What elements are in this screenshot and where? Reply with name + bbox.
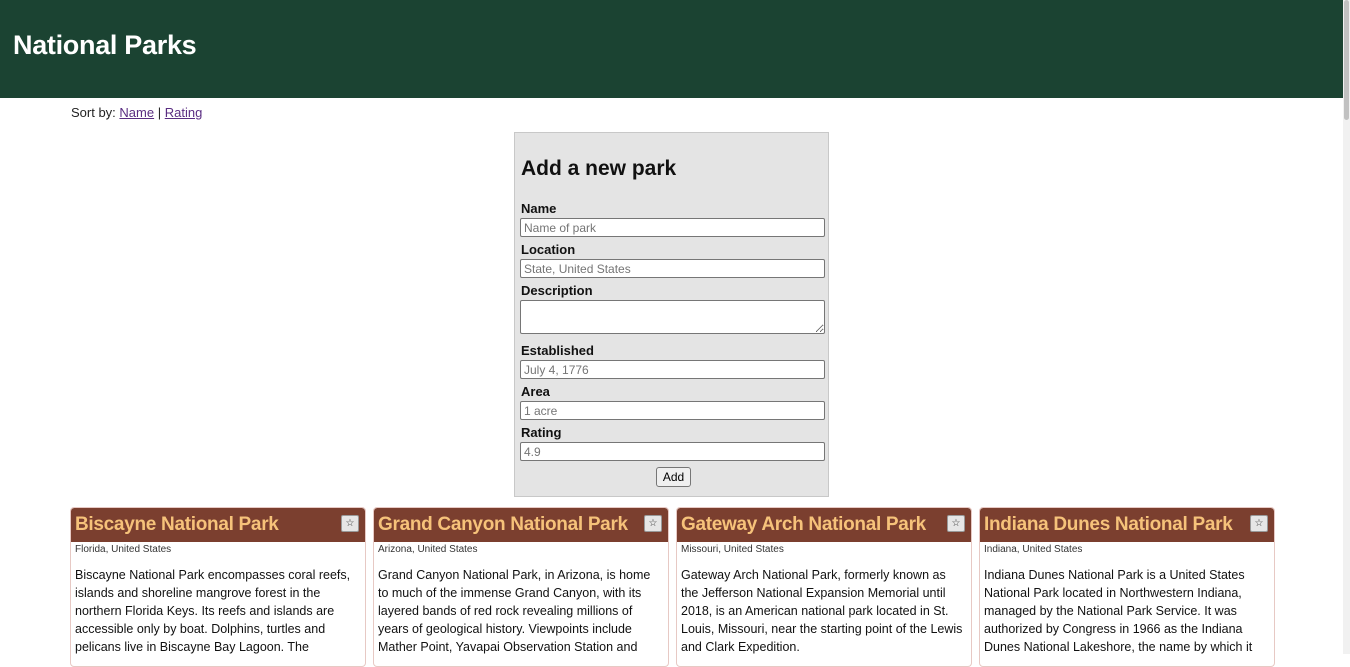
name-input[interactable]: [520, 218, 825, 237]
rating-label: Rating: [521, 425, 562, 440]
park-name: Gateway Arch National Park: [681, 514, 926, 535]
sort-by-rating-link[interactable]: Rating: [165, 105, 203, 120]
park-description: Gateway Arch National Park, formerly kno…: [681, 568, 963, 654]
name-label: Name: [521, 201, 557, 216]
area-input[interactable]: [520, 401, 825, 420]
favorite-star-icon[interactable]: ☆: [947, 515, 965, 532]
rating-input[interactable]: [520, 442, 825, 461]
form-title: Add a new park: [521, 157, 677, 180]
description-label: Description: [521, 283, 593, 298]
favorite-star-icon[interactable]: ☆: [644, 515, 662, 532]
established-label: Established: [521, 343, 594, 358]
description-textarea[interactable]: [520, 300, 825, 334]
established-input[interactable]: [520, 360, 825, 379]
park-card-header: Biscayne National Park ☆: [71, 508, 365, 542]
sort-by-name-link[interactable]: Name: [119, 105, 154, 120]
park-card-header: Grand Canyon National Park ☆: [374, 508, 668, 542]
page-title: National Parks: [13, 30, 197, 60]
park-card-gateway-arch: Gateway Arch National Park ☆ Missouri, U…: [676, 507, 972, 667]
park-name: Indiana Dunes National Park: [984, 514, 1233, 535]
park-name: Grand Canyon National Park: [378, 514, 628, 535]
sort-prefix: Sort by:: [71, 105, 116, 120]
area-label: Area: [521, 384, 550, 399]
park-location: Florida, United States: [75, 544, 172, 555]
favorite-star-icon[interactable]: ☆: [1250, 515, 1268, 532]
park-card-indiana-dunes: Indiana Dunes National Park ☆ Indiana, U…: [979, 507, 1275, 667]
park-name: Biscayne National Park: [75, 514, 279, 535]
page-header: National Parks: [0, 0, 1343, 98]
park-card-grand-canyon: Grand Canyon National Park ☆ Arizona, Un…: [373, 507, 669, 667]
location-label: Location: [521, 242, 576, 257]
add-park-button[interactable]: Add: [656, 467, 691, 487]
park-location: Missouri, United States: [681, 544, 784, 555]
park-card-header: Gateway Arch National Park ☆: [677, 508, 971, 542]
park-card-biscayne: Biscayne National Park ☆ Florida, United…: [70, 507, 366, 667]
park-description: Biscayne National Park encompasses coral…: [75, 568, 351, 654]
sort-bar: Sort by: Name | Rating: [71, 105, 202, 120]
park-location: Indiana, United States: [984, 544, 1083, 555]
park-location: Arizona, United States: [378, 544, 478, 555]
scrollbar[interactable]: [1343, 0, 1350, 654]
favorite-star-icon[interactable]: ☆: [341, 515, 359, 532]
park-card-header: Indiana Dunes National Park ☆: [980, 508, 1274, 542]
add-park-form: Add a new park Name Location Description…: [514, 132, 829, 497]
sort-separator: |: [157, 105, 162, 120]
park-description: Grand Canyon National Park, in Arizona, …: [378, 568, 651, 654]
park-description: Indiana Dunes National Park is a United …: [984, 568, 1253, 654]
location-input[interactable]: [520, 259, 825, 278]
scrollbar-thumb[interactable]: [1344, 0, 1349, 120]
